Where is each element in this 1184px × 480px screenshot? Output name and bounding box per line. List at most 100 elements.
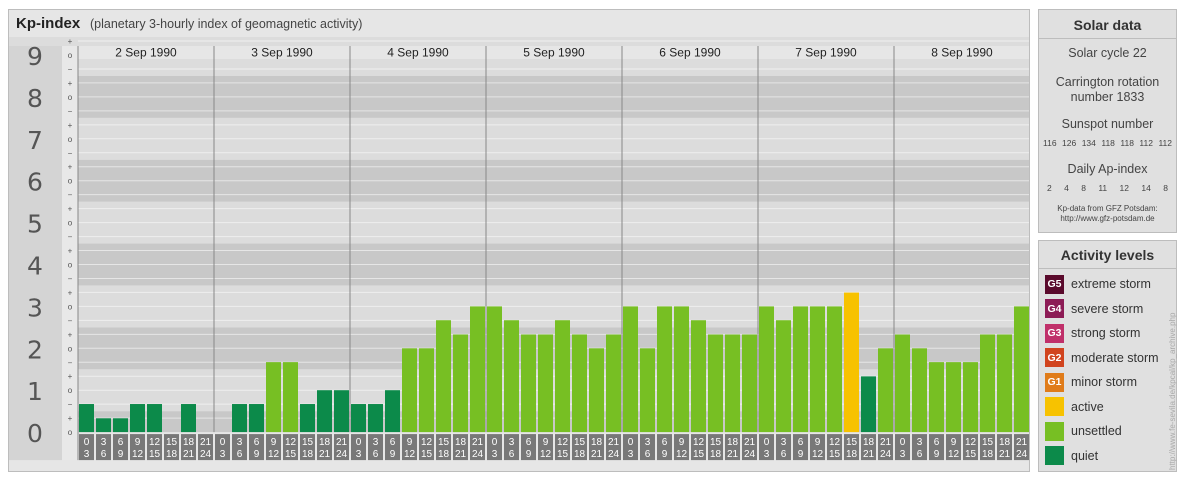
time-label-end: 12 [132,449,144,460]
y-tick-label: 8 [27,84,43,113]
kp-bar [283,362,298,433]
kp-bar [249,404,264,433]
time-label-start: 0 [356,437,362,448]
y-subtick-label: + [68,414,73,423]
kp-bar [657,306,672,433]
time-label-end: 3 [628,449,634,460]
time-label-end: 18 [302,449,314,460]
time-label-end: 15 [693,449,705,460]
time-label-end: 24 [200,449,212,460]
time-label-end: 18 [574,449,586,460]
y-subtick-label: o [68,386,73,395]
time-label-start: 21 [472,437,484,448]
time-label-start: 3 [509,437,515,448]
time-label-start: 21 [608,437,620,448]
kp-bar [402,348,417,433]
time-label-end: 6 [373,449,379,460]
time-label-end: 15 [421,449,433,460]
kp-bar [317,390,332,433]
time-label-end: 3 [492,449,498,460]
y-subtick-label: + [68,79,73,88]
ap-title: Daily Ap-index [1067,162,1148,176]
kp-bar [538,334,553,433]
y-subtick-label: + [68,330,73,339]
time-label-start: 9 [951,437,957,448]
day-label: 8 Sep 1990 [931,46,993,60]
source-line-2: http://www.gfz-potsdam.de [1060,214,1155,223]
ap-value: 8 [1163,183,1168,193]
time-label-start: 15 [438,437,450,448]
level-label: unsettled [1071,424,1122,438]
activity-level-moderate-storm: G2 moderate storm [1045,348,1159,368]
time-label-start: 15 [166,437,178,448]
kp-bar [895,334,910,433]
time-label-end: 18 [982,449,994,460]
divider [1039,268,1176,269]
time-label-end: 21 [591,449,603,460]
time-label-start: 18 [319,437,331,448]
level-swatch: G2 [1045,348,1064,367]
time-label-start: 12 [965,437,977,448]
kp-bar [147,404,162,433]
kp-bar [487,306,502,433]
kp-bar [79,404,94,433]
kp-bar [725,334,740,433]
kp-bar [606,334,621,433]
level-label: active [1071,399,1104,414]
time-label-end: 9 [662,449,668,460]
y-subtick-label: + [68,288,73,297]
level-label: quiet [1071,448,1099,463]
kp-bar [623,306,638,433]
y-tick-label: 7 [27,126,43,155]
time-label-end: 3 [220,449,226,460]
time-label-start: 6 [254,437,260,448]
y-tick-label: 4 [27,252,43,281]
kp-bar [419,348,434,433]
time-label-end: 9 [118,449,124,460]
time-label-start: 6 [118,437,124,448]
time-label-end: 12 [676,449,688,460]
y-subtick-label: + [68,163,73,172]
time-label-start: 6 [390,437,396,448]
time-label-end: 15 [965,449,977,460]
time-label-end: 3 [764,449,770,460]
y-subtick-label: o [68,93,73,102]
solar-data-panel: Solar data Solar cycle 22 Carrington rot… [1038,9,1177,233]
time-label-end: 9 [390,449,396,460]
y-subtick-label: o [68,219,73,228]
y-subtick-label: o [68,51,73,60]
y-tick-label: 6 [27,168,43,197]
time-label-start: 18 [999,437,1011,448]
level-swatch: G3 [1045,323,1064,343]
carrington-line-1: Carrington rotation [1055,75,1160,89]
time-label-start: 0 [900,437,906,448]
day-label: 2 Sep 1990 [115,46,177,60]
chart-subtitle: (planetary 3-hourly index of geomagnetic… [90,17,363,31]
time-label-end: 12 [540,449,552,460]
y-subtick-label: − [68,400,73,409]
ap-value: 14 [1141,183,1151,193]
time-label-start: 6 [798,437,804,448]
day-label: 5 Sep 1990 [523,46,585,60]
y-subtick-label: + [68,121,73,130]
time-label-start: 18 [183,437,195,448]
time-label-end: 21 [727,449,739,460]
activity-level-extreme-storm: G5 extreme storm [1045,274,1151,294]
time-label-end: 9 [934,449,940,460]
time-label-end: 24 [472,449,484,460]
sunspot-value: 112 [1139,138,1153,148]
sunspot-value: 134 [1081,138,1096,148]
day-label: 6 Sep 1990 [659,46,721,60]
activity-level-unsettled: unsettled [1045,421,1122,441]
level-swatch [1045,421,1064,441]
y-subtick-label: − [68,316,73,325]
ap-value: 11 [1098,183,1108,193]
time-label-start: 6 [934,437,940,448]
solar-cycle: Solar cycle 22 [1068,46,1147,60]
time-label-start: 3 [101,437,107,448]
kp-bar [861,376,876,433]
kp-bar [232,404,247,433]
kp-bar [980,334,995,433]
time-label-start: 12 [557,437,569,448]
y-tick-label: 1 [27,377,43,406]
